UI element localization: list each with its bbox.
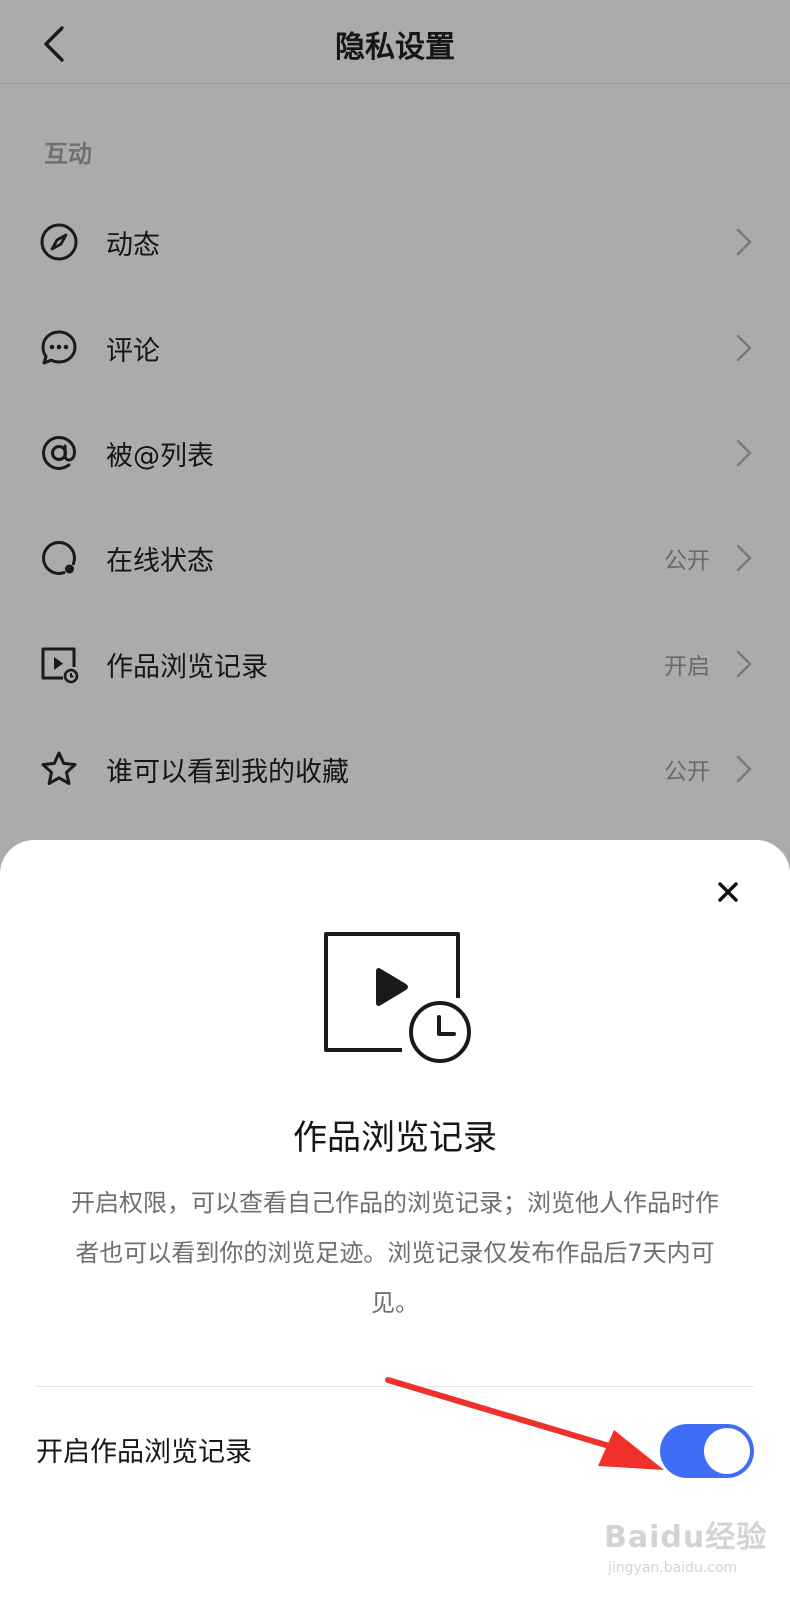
annotation-arrow <box>385 1377 664 1470</box>
chevron-right-icon <box>732 540 756 576</box>
settings-row-comments[interactable]: 评论 <box>0 295 790 401</box>
settings-row-favorites[interactable]: 谁可以看到我的收藏 公开 <box>0 716 790 822</box>
settings-row-label: 在线状态 <box>106 545 214 577</box>
compass-icon <box>38 221 80 263</box>
settings-row-moments[interactable]: 动态 <box>0 189 790 295</box>
star-icon <box>38 748 80 790</box>
settings-row-label: 作品浏览记录 <box>106 651 268 683</box>
watermark-url: jingyan.baidu.com <box>608 1560 738 1576</box>
settings-row-label: 谁可以看到我的收藏 <box>106 756 349 788</box>
settings-row-online-status[interactable]: 在线状态 公开 <box>0 505 790 611</box>
chevron-right-icon <box>732 751 756 787</box>
settings-row-value: 公开 <box>664 759 710 785</box>
sheet-title: 作品浏览记录 <box>293 1118 497 1158</box>
video-clock-icon <box>324 932 471 1063</box>
settings-row-mentions[interactable]: 被@列表 <box>0 400 790 506</box>
video-history-toggle[interactable] <box>660 1424 754 1478</box>
toggle-label: 开启作品浏览记录 <box>36 1437 252 1468</box>
chevron-right-icon <box>732 330 756 366</box>
online-status-icon <box>38 537 80 579</box>
settings-row-video-history[interactable]: 作品浏览记录 开启 <box>0 611 790 717</box>
watermark-brand: Baidu经验 <box>604 1520 768 1555</box>
chat-bubble-icon <box>38 327 80 369</box>
video-history-icon <box>38 643 80 685</box>
top-bar: 隐私设置 <box>0 0 790 84</box>
watermark: Baidu经验 jingyan.baidu.com <box>604 1512 774 1592</box>
close-button[interactable] <box>710 874 746 910</box>
page-title: 隐私设置 <box>335 30 455 65</box>
bottom-sheet: 作品浏览记录 开启权限，可以查看自己作品的浏览记录；浏览他人作品时作者也可以看到… <box>0 840 790 1600</box>
toggle-knob <box>704 1428 750 1474</box>
settings-row-label: 评论 <box>106 335 160 367</box>
settings-row-value: 公开 <box>664 548 710 574</box>
settings-row-label: 被@列表 <box>106 440 214 472</box>
at-sign-icon <box>38 432 80 474</box>
chevron-right-icon <box>732 646 756 682</box>
sheet-description: 开启权限，可以查看自己作品的浏览记录；浏览他人作品时作者也可以看到你的浏览足迹。… <box>71 1189 719 1317</box>
chevron-right-icon <box>732 435 756 471</box>
section-label: 互动 <box>44 140 92 168</box>
close-icon <box>718 882 738 902</box>
chevron-right-icon <box>732 224 756 260</box>
settings-row-label: 动态 <box>106 229 160 261</box>
settings-row-value: 开启 <box>664 654 710 680</box>
